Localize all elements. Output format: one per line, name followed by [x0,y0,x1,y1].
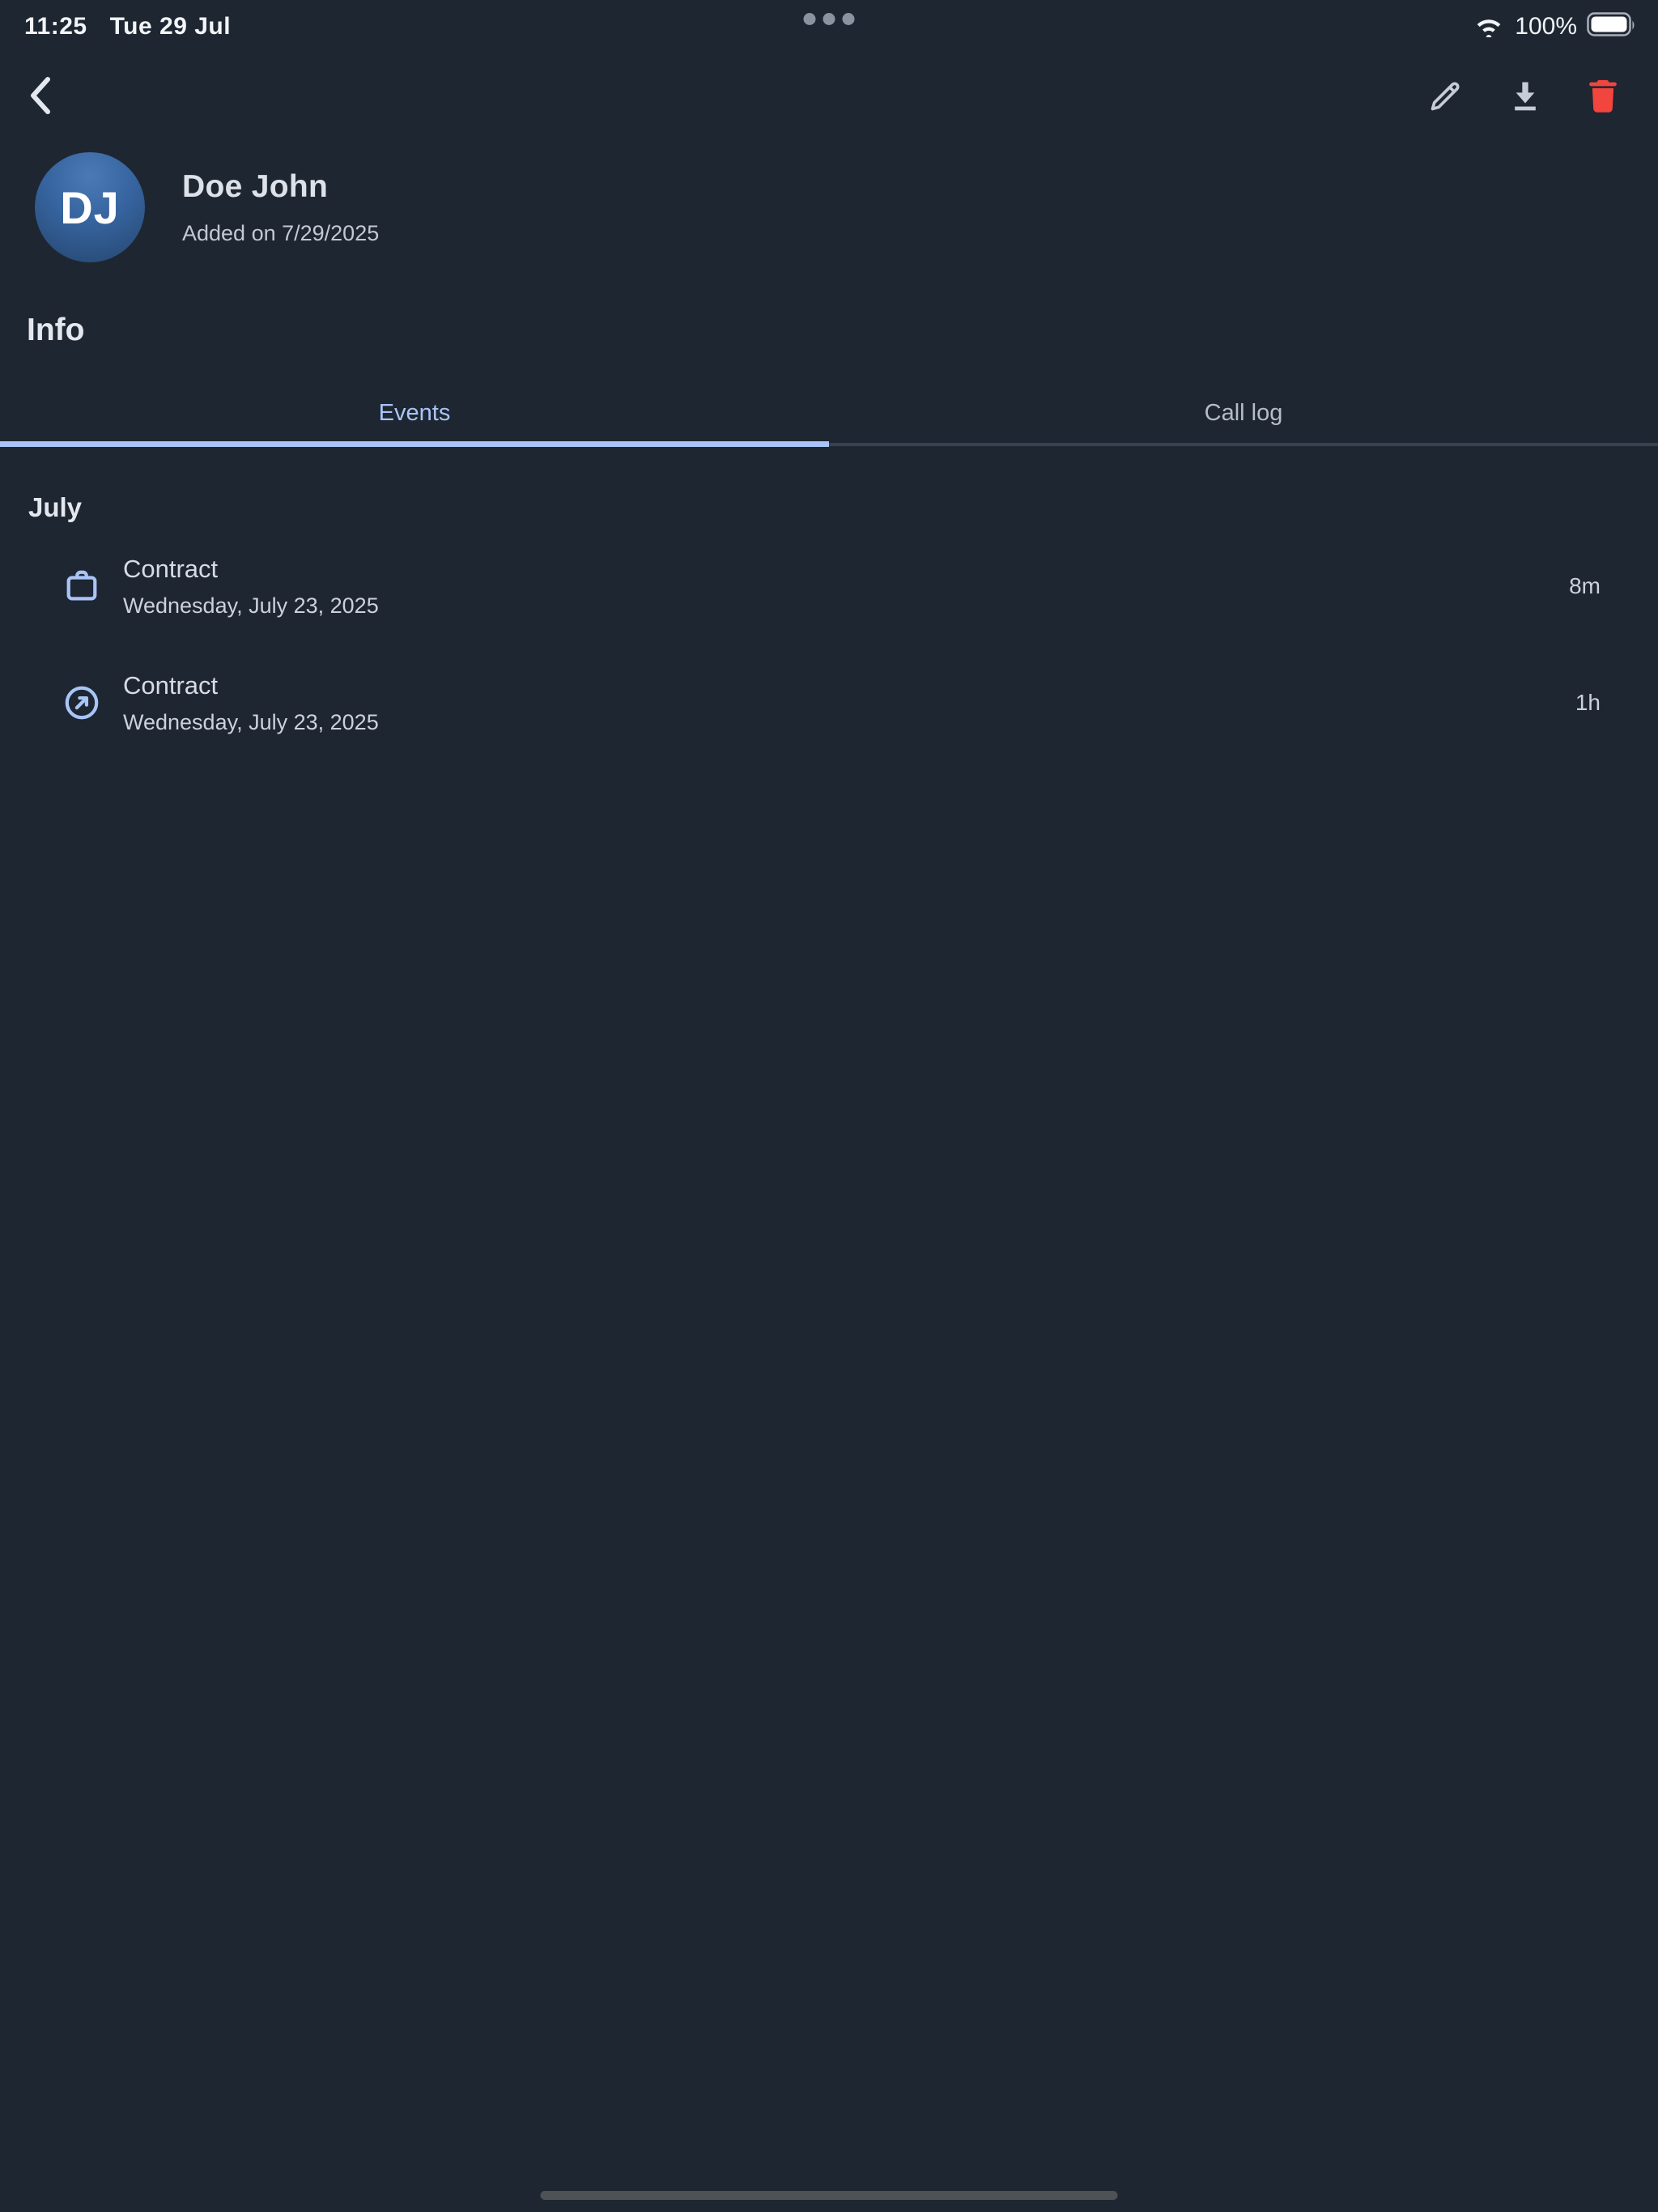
chevron-left-icon [27,74,54,119]
tab-events[interactable]: Events [0,379,829,447]
month-heading: July [28,492,1658,523]
event-text: Contract Wednesday, July 23, 2025 [123,671,1575,735]
event-row[interactable]: Contract Wednesday, July 23, 2025 8m [0,544,1658,628]
battery-icon [1587,12,1637,42]
delete-button[interactable] [1587,78,1619,116]
contact-header: DJ Doe John Added on 7/29/2025 [35,152,1658,262]
briefcase-icon [63,568,100,605]
wifi-icon [1473,13,1505,41]
toolbar [0,62,1658,131]
status-date: Tue 29 Jul [110,13,232,40]
event-date: Wednesday, July 23, 2025 [123,710,1575,735]
trash-icon [1587,78,1619,116]
edit-button[interactable] [1428,78,1464,116]
event-row[interactable]: Contract Wednesday, July 23, 2025 1h [0,661,1658,745]
event-title: Contract [123,671,1575,700]
event-duration: 8m [1569,573,1601,599]
avatar: DJ [35,152,145,262]
status-right: 100% [1473,12,1637,42]
contact-added-date: Added on 7/29/2025 [182,221,379,246]
download-icon [1507,78,1543,116]
toolbar-actions [1428,78,1619,116]
info-heading: Info [27,313,1658,348]
outgoing-call-icon [63,684,100,721]
event-text: Contract Wednesday, July 23, 2025 [123,555,1569,619]
multitask-dots-icon[interactable] [804,13,855,25]
status-left: 11:25 Tue 29 Jul [24,13,231,40]
battery-percent: 100% [1515,13,1577,40]
download-button[interactable] [1507,78,1543,116]
status-bar: 11:25 Tue 29 Jul 100% [0,0,1658,42]
event-date: Wednesday, July 23, 2025 [123,593,1569,619]
contact-text: Doe John Added on 7/29/2025 [182,169,379,246]
event-duration: 1h [1575,690,1601,716]
contact-name: Doe John [182,169,379,205]
tab-call-log[interactable]: Call log [829,379,1658,447]
avatar-initials: DJ [60,181,120,234]
active-tab-indicator [0,441,829,447]
home-indicator[interactable] [541,2191,1118,2200]
back-button[interactable] [27,74,54,119]
event-rows: Contract Wednesday, July 23, 2025 8m Con… [0,544,1658,745]
tab-bar: Events Call log [0,379,1658,447]
pencil-icon [1428,78,1464,116]
contact-detail-screen: 11:25 Tue 29 Jul 100% [0,0,1658,2212]
clock: 11:25 [24,13,87,40]
event-title: Contract [123,555,1569,584]
